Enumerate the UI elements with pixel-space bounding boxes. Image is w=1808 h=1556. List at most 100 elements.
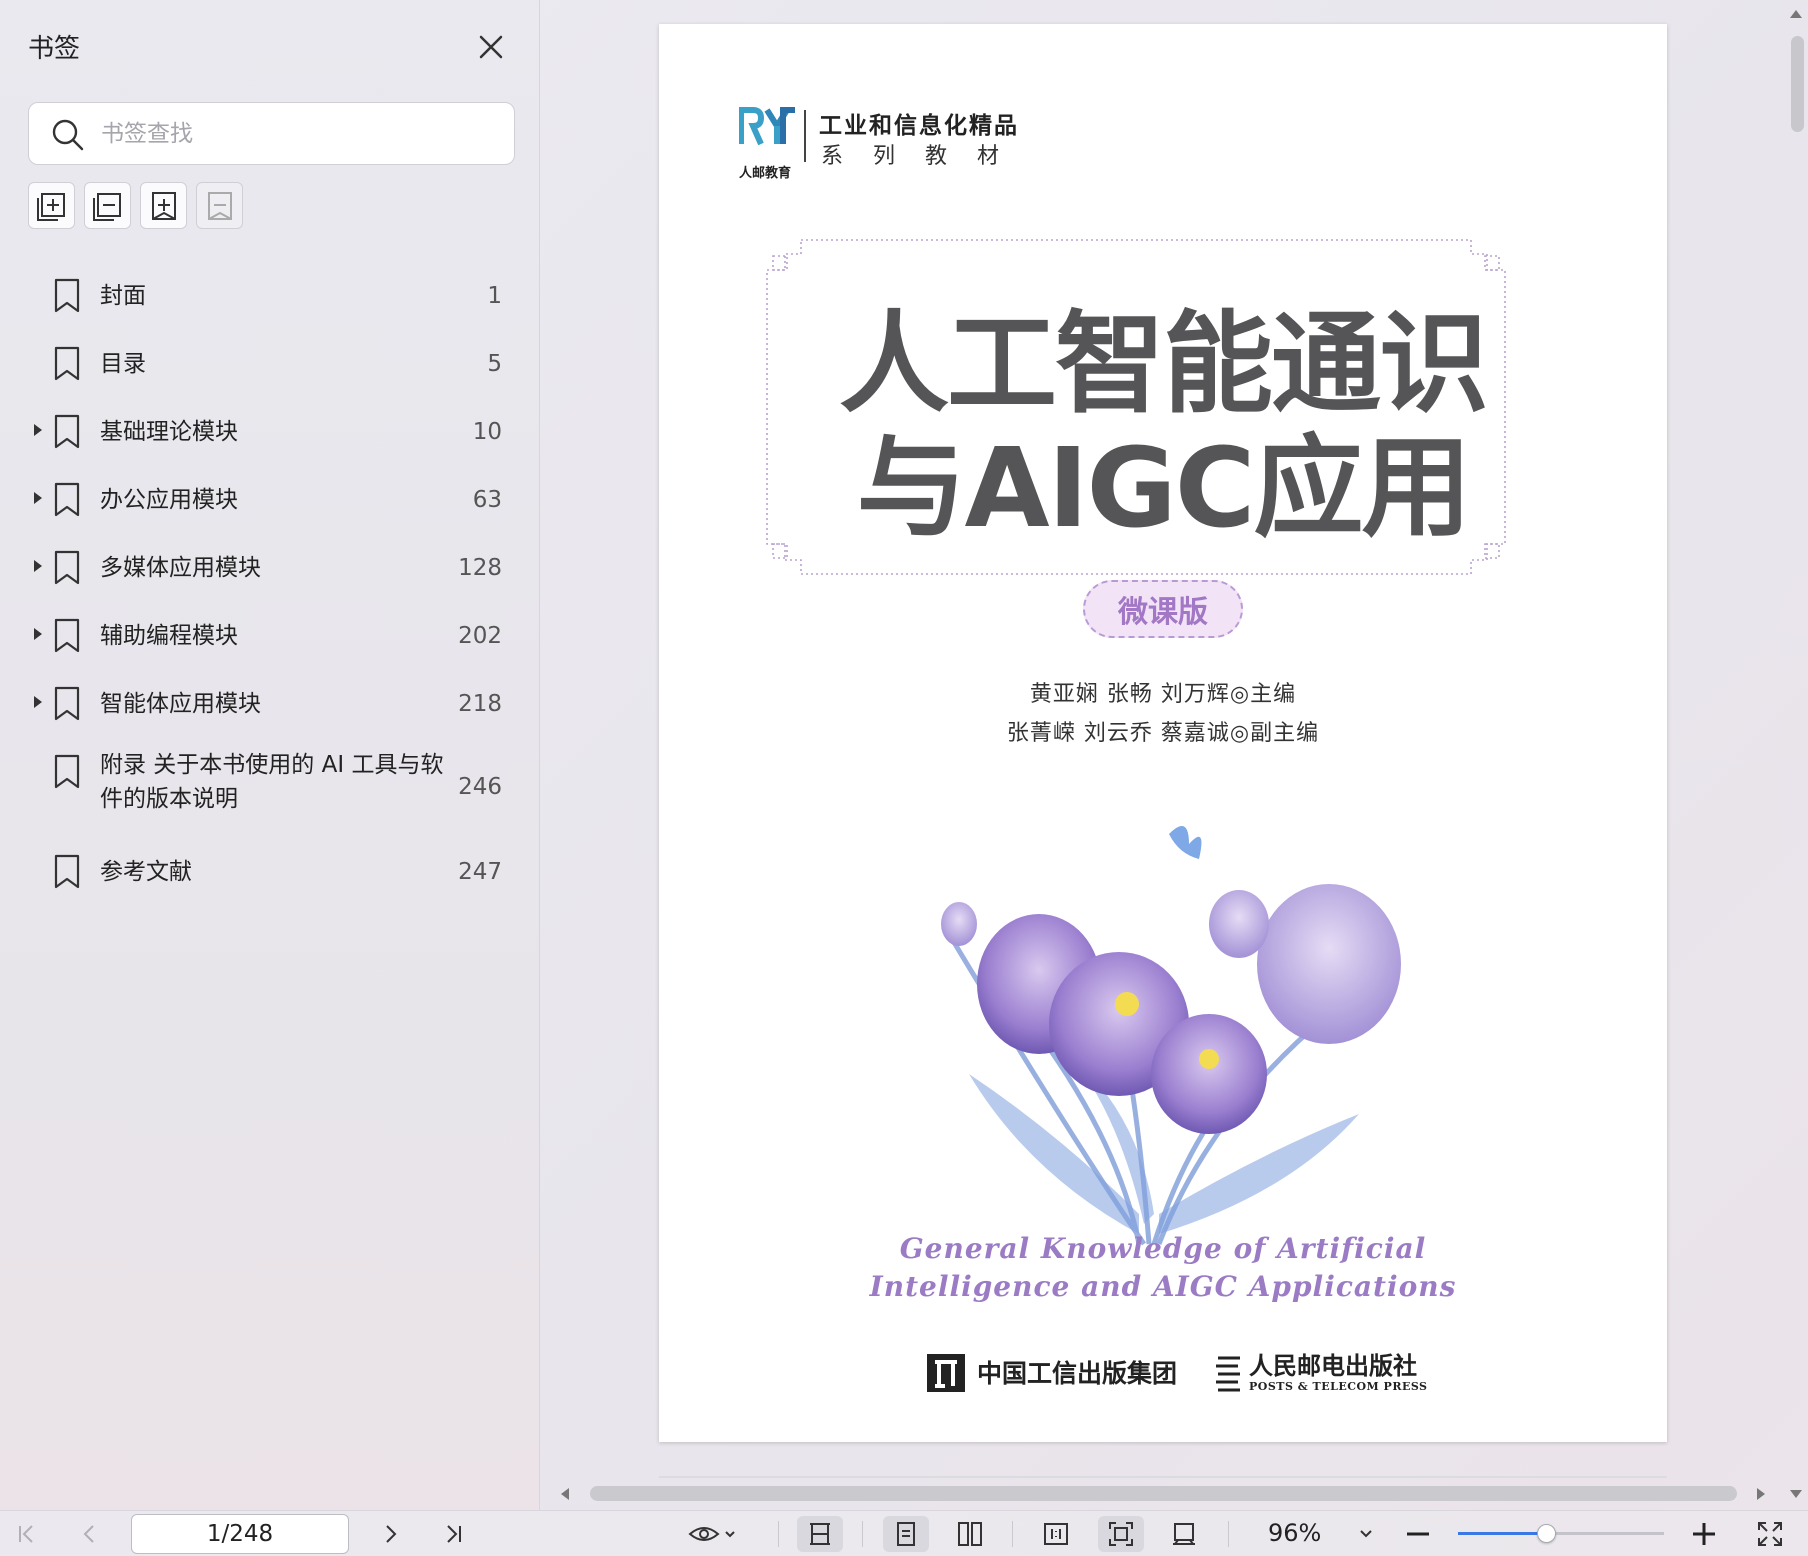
toolbar-separator [778, 1521, 779, 1547]
bookmark-item[interactable]: 多媒体应用模块 128 [0, 534, 540, 602]
flower-illustration [941, 826, 1401, 1246]
toolbar-separator [1012, 1521, 1013, 1547]
zoom-level[interactable]: 96% [1268, 1519, 1321, 1547]
vertical-scrollbar[interactable] [1784, 0, 1808, 1510]
rotate-icon[interactable] [1166, 1516, 1202, 1552]
bookmark-icon [53, 618, 81, 654]
bookmark-page: 247 [458, 859, 502, 885]
actual-size-icon[interactable] [1038, 1516, 1074, 1552]
previous-page-icon[interactable] [72, 1516, 108, 1552]
bookmark-page: 128 [458, 555, 502, 581]
scroll-down-icon[interactable] [1790, 1490, 1802, 1498]
expand-arrow-icon[interactable] [34, 628, 42, 640]
bookmark-item[interactable]: 封面 1 [0, 262, 540, 330]
edition-badge: 微课版 [1083, 580, 1243, 638]
zoom-out-icon[interactable] [1400, 1516, 1436, 1552]
bookmark-label: 办公应用模块 [100, 487, 238, 513]
cover-title-line1: 人工智能通识 [839, 300, 1489, 428]
bookmark-page: 5 [487, 351, 502, 377]
bookmark-icon [53, 278, 81, 314]
bookmark-icon [53, 550, 81, 586]
zoom-slider-fill [1458, 1532, 1547, 1535]
press-name: 人民邮电出版社 [1249, 1351, 1417, 1380]
expand-all-icon[interactable] [28, 182, 75, 229]
fit-width-icon[interactable] [797, 1516, 843, 1552]
bookmark-toolbar [28, 182, 243, 229]
english-title-line1: General Knowledge of Artificial [899, 1232, 1427, 1265]
bookmark-icon [53, 482, 81, 518]
scroll-left-icon[interactable] [561, 1488, 569, 1500]
horizontal-scroll-thumb[interactable] [590, 1486, 1737, 1501]
bookmark-item[interactable]: 目录 5 [0, 330, 540, 398]
bookmark-item[interactable]: 参考文献 247 [0, 838, 540, 906]
bookmark-label: 封面 [100, 283, 146, 309]
bookmark-icon [53, 414, 81, 450]
remove-bookmark-icon[interactable] [196, 182, 243, 229]
bookmark-search[interactable] [28, 102, 515, 165]
zoom-dropdown-icon[interactable] [1348, 1516, 1384, 1552]
scroll-up-icon[interactable] [1790, 10, 1802, 18]
two-page-icon[interactable] [952, 1516, 988, 1552]
authors-line1: 黄亚娴 张畅 刘万辉◎主编 [1029, 682, 1297, 707]
bookmark-label: 参考文献 [100, 859, 192, 885]
next-page-edge [659, 1476, 1667, 1478]
bookmark-icon [53, 854, 81, 890]
bottom-toolbar: 1/248 96% [0, 1510, 1808, 1556]
english-title-line2: Intelligence and AIGC Applications [869, 1270, 1457, 1303]
cover-title-line2: 与AIGC应用 [856, 424, 1471, 552]
bookmark-icon [53, 686, 81, 722]
logo-text: 人邮教育 [739, 166, 792, 181]
bookmark-label: 附录 关于本书使用的 AI 工具与软件的版本说明 [100, 752, 444, 812]
bookmark-page: 1 [487, 283, 502, 309]
publisher-logo-icon [738, 106, 799, 164]
search-icon [51, 118, 85, 152]
bookmark-label: 辅助编程模块 [100, 623, 238, 649]
publisher-group-name: 中国工信出版集团 [977, 1359, 1178, 1388]
bookmark-item[interactable]: 智能体应用模块 218 [0, 670, 540, 738]
fit-page-icon[interactable] [1098, 1516, 1144, 1552]
expand-arrow-icon[interactable] [34, 492, 42, 504]
bookmark-icon [53, 346, 81, 382]
bookmark-label: 智能体应用模块 [100, 691, 261, 717]
zoom-in-icon[interactable] [1686, 1516, 1722, 1552]
collapse-all-icon[interactable] [84, 182, 131, 229]
bookmark-page: 202 [458, 623, 502, 649]
bookmark-item[interactable]: 基础理论模块 10 [0, 398, 540, 466]
scroll-right-icon[interactable] [1757, 1488, 1765, 1500]
page-number-input[interactable]: 1/248 [131, 1514, 349, 1554]
toolbar-separator [862, 1521, 863, 1547]
vertical-scroll-thumb[interactable] [1791, 36, 1804, 132]
group-logo-icon [925, 1350, 967, 1396]
view-mode-icon[interactable] [688, 1516, 736, 1552]
bookmark-item[interactable]: 办公应用模块 63 [0, 466, 540, 534]
single-page-icon[interactable] [883, 1516, 929, 1552]
bookmark-item[interactable]: 辅助编程模块 202 [0, 602, 540, 670]
bookmark-search-input[interactable] [101, 115, 501, 153]
bookmark-label: 基础理论模块 [100, 419, 238, 445]
fullscreen-icon[interactable] [1752, 1516, 1788, 1552]
series-divider [804, 110, 806, 162]
bookmark-label: 目录 [100, 351, 146, 377]
authors-line2: 张菁嵘 刘云乔 蔡嘉诚◎副主编 [1006, 721, 1320, 746]
bookmark-list: 封面 1 目录 5 基础理论模块 10 办公应用模块 63 多媒体应用模块 12… [0, 262, 540, 906]
bookmark-page: 246 [458, 774, 502, 800]
expand-arrow-icon[interactable] [34, 560, 42, 572]
press-logo-icon [1214, 1352, 1244, 1394]
bookmark-sidebar: 书签 封面 1 目录 5 [0, 0, 540, 1510]
press-name-en: POSTS & TELECOM PRESS [1249, 1380, 1428, 1393]
bookmark-page: 63 [472, 487, 502, 513]
first-page-icon[interactable] [8, 1516, 44, 1552]
bookmark-page: 10 [472, 419, 502, 445]
next-page-icon[interactable] [372, 1516, 408, 1552]
bookmark-page: 218 [458, 691, 502, 717]
expand-arrow-icon[interactable] [34, 424, 42, 436]
bookmark-item[interactable]: 附录 关于本书使用的 AI 工具与软件的版本说明 246 [0, 738, 540, 838]
expand-arrow-icon[interactable] [34, 696, 42, 708]
bookmark-label: 多媒体应用模块 [100, 555, 261, 581]
series-title: 工业和信息化精品 [819, 113, 1019, 139]
zoom-slider-knob[interactable] [1537, 1524, 1556, 1543]
add-bookmark-icon[interactable] [140, 182, 187, 229]
close-icon[interactable] [474, 30, 508, 64]
last-page-icon[interactable] [436, 1516, 472, 1552]
sidebar-title: 书签 [28, 34, 81, 64]
